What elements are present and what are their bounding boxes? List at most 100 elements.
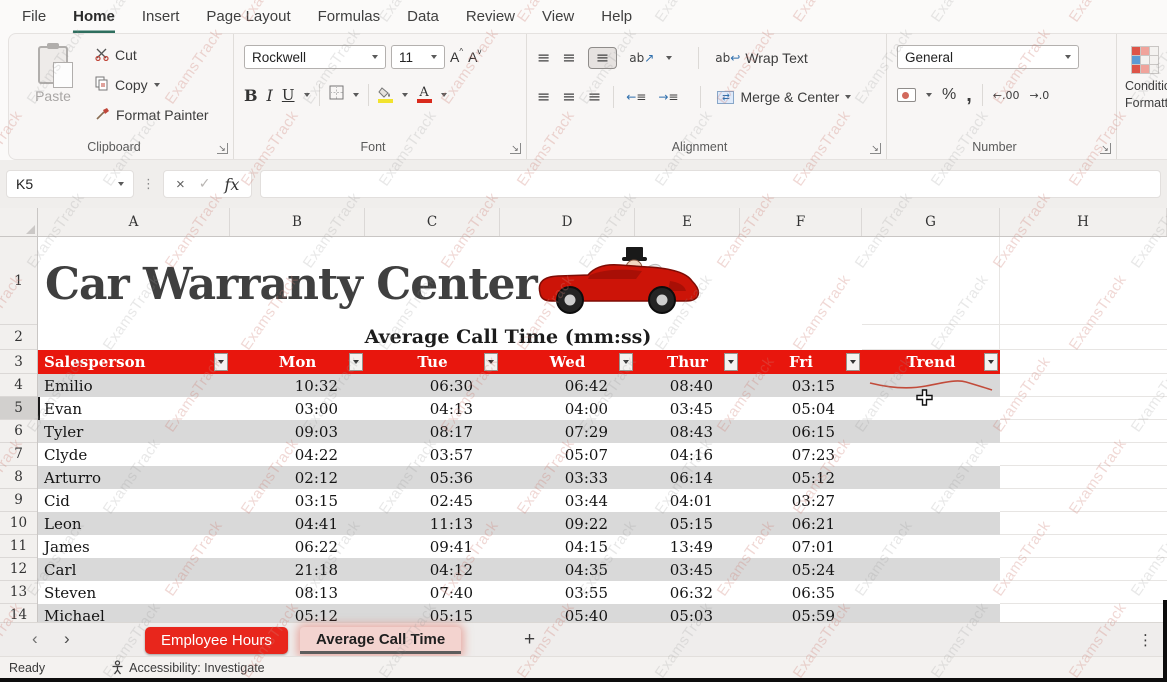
- cell-time[interactable]: 07:23: [740, 446, 862, 464]
- cell-time[interactable]: 10:32: [230, 377, 365, 395]
- cell-time[interactable]: 04:15: [500, 538, 635, 556]
- cell-salesperson[interactable]: James: [38, 538, 230, 556]
- cell-time[interactable]: 06:22: [230, 538, 365, 556]
- add-sheet-button[interactable]: +: [524, 629, 535, 651]
- row-header-10[interactable]: 10: [0, 512, 37, 535]
- cell-time[interactable]: 05:12: [230, 607, 365, 623]
- cell-time[interactable]: 04:01: [635, 492, 740, 510]
- font-color-dropdown-icon[interactable]: [441, 93, 447, 97]
- cell-time[interactable]: 05:40: [500, 607, 635, 623]
- shrink-font-button[interactable]: Av: [468, 50, 481, 64]
- borders-dropdown-icon[interactable]: [353, 93, 359, 97]
- cell-time[interactable]: 03:57: [365, 446, 500, 464]
- number-dialog-launcher[interactable]: ↘: [1100, 143, 1111, 154]
- cell-time[interactable]: 06:14: [635, 469, 740, 487]
- sheet-tab-employee-hours[interactable]: Employee Hours: [145, 627, 288, 654]
- menu-tab-page-layout[interactable]: Page Layout: [206, 0, 290, 33]
- filter-button-wed[interactable]: [619, 353, 633, 371]
- tab-bar-more-icon[interactable]: ⋮: [1138, 631, 1153, 649]
- filter-button-salesperson[interactable]: [214, 353, 228, 371]
- copy-dropdown-icon[interactable]: [154, 83, 160, 87]
- filter-button-trend[interactable]: [984, 353, 998, 371]
- cell-salesperson[interactable]: Steven: [38, 584, 230, 602]
- fill-color-dropdown-icon[interactable]: [402, 93, 408, 97]
- cell-time[interactable]: 05:15: [365, 607, 500, 623]
- decrease-indent-button[interactable]: ←≡: [626, 90, 646, 104]
- cell-time[interactable]: 21:18: [230, 561, 365, 579]
- cell-time[interactable]: 09:22: [500, 515, 635, 533]
- cell-time[interactable]: 06:35: [740, 584, 862, 602]
- cell-time[interactable]: 06:32: [635, 584, 740, 602]
- menu-tab-help[interactable]: Help: [601, 0, 632, 33]
- row-header-2[interactable]: 2: [0, 325, 37, 350]
- menu-tab-home[interactable]: Home: [73, 0, 115, 33]
- column-header-E[interactable]: E: [635, 208, 740, 236]
- cell-time[interactable]: 06:15: [740, 423, 862, 441]
- format-painter-button[interactable]: Format Painter: [91, 102, 213, 128]
- italic-button[interactable]: I: [267, 86, 273, 105]
- prev-sheet-icon[interactable]: ‹: [32, 630, 38, 648]
- filter-button-mon[interactable]: [349, 353, 363, 371]
- middle-align-button[interactable]: ≡: [562, 50, 575, 66]
- font-color-button[interactable]: A: [417, 87, 432, 103]
- font-dialog-launcher[interactable]: ↘: [510, 143, 521, 154]
- cell-time[interactable]: 05:59: [740, 607, 862, 623]
- next-sheet-icon[interactable]: ›: [64, 630, 70, 648]
- copy-button[interactable]: Copy: [91, 72, 213, 98]
- bottom-align-button[interactable]: ≡: [588, 47, 617, 69]
- increase-decimal-button[interactable]: ←.00: [993, 89, 1020, 102]
- cell-time[interactable]: 05:04: [740, 400, 862, 418]
- column-header-C[interactable]: C: [365, 208, 500, 236]
- cell-time[interactable]: 05:12: [740, 469, 862, 487]
- cell-salesperson[interactable]: Tyler: [38, 423, 230, 441]
- align-center-button[interactable]: ≡: [562, 89, 575, 105]
- cut-button[interactable]: Cut: [91, 42, 213, 68]
- cell-salesperson[interactable]: Arturro: [38, 469, 230, 487]
- column-header-D[interactable]: D: [500, 208, 635, 236]
- number-format-select[interactable]: General: [897, 45, 1079, 69]
- cell-time[interactable]: 13:49: [635, 538, 740, 556]
- alignment-dialog-launcher[interactable]: ↘: [870, 143, 881, 154]
- bold-button[interactable]: B: [244, 86, 258, 105]
- cell-time[interactable]: 06:42: [500, 377, 635, 395]
- cell-time[interactable]: 08:40: [635, 377, 740, 395]
- grid-area[interactable]: Car Warranty Center Average Call Time (m…: [38, 237, 1167, 622]
- accessibility-status[interactable]: Accessibility: Investigate: [111, 660, 264, 675]
- cell-time[interactable]: 03:55: [500, 584, 635, 602]
- merge-center-button[interactable]: ⇄ Merge & Center: [713, 84, 855, 110]
- menu-tab-review[interactable]: Review: [466, 0, 515, 33]
- row-header-6[interactable]: 6: [0, 420, 37, 443]
- percent-style-button[interactable]: %: [942, 86, 956, 104]
- menu-tab-data[interactable]: Data: [407, 0, 439, 33]
- cell-salesperson[interactable]: Leon: [38, 515, 230, 533]
- row-header-4[interactable]: 4: [0, 374, 37, 397]
- borders-button[interactable]: [329, 85, 344, 105]
- font-name-select[interactable]: Rockwell: [244, 45, 386, 69]
- cell-time[interactable]: 11:13: [365, 515, 500, 533]
- cell-time[interactable]: 04:12: [365, 561, 500, 579]
- column-header-B[interactable]: B: [230, 208, 365, 236]
- top-align-button[interactable]: ≡: [537, 50, 550, 66]
- sheet-tab-average-call-time[interactable]: Average Call Time: [300, 627, 461, 654]
- cell-time[interactable]: 07:01: [740, 538, 862, 556]
- decrease-decimal-button[interactable]: →.0: [1030, 89, 1050, 102]
- cell-time[interactable]: 03:33: [500, 469, 635, 487]
- row-header-7[interactable]: 7: [0, 443, 37, 466]
- cell-time[interactable]: 09:03: [230, 423, 365, 441]
- increase-indent-button[interactable]: →≡: [658, 90, 678, 104]
- conditional-formatting-button[interactable]: Conditional Formatting: [1117, 46, 1167, 112]
- row-header-9[interactable]: 9: [0, 489, 37, 512]
- cell-time[interactable]: 02:12: [230, 469, 365, 487]
- row-header-13[interactable]: 13: [0, 581, 37, 604]
- cell-time[interactable]: 05:24: [740, 561, 862, 579]
- cell-time[interactable]: 05:03: [635, 607, 740, 623]
- cell-time[interactable]: 04:41: [230, 515, 365, 533]
- cell-time[interactable]: 06:30: [365, 377, 500, 395]
- cell-salesperson[interactable]: Evan: [38, 400, 230, 418]
- column-header-G[interactable]: G: [862, 208, 1000, 236]
- cell-time[interactable]: 04:22: [230, 446, 365, 464]
- cell-time[interactable]: 04:13: [365, 400, 500, 418]
- row-header-8[interactable]: 8: [0, 466, 37, 489]
- cell-time[interactable]: 03:15: [230, 492, 365, 510]
- align-right-button[interactable]: ≡: [588, 89, 601, 105]
